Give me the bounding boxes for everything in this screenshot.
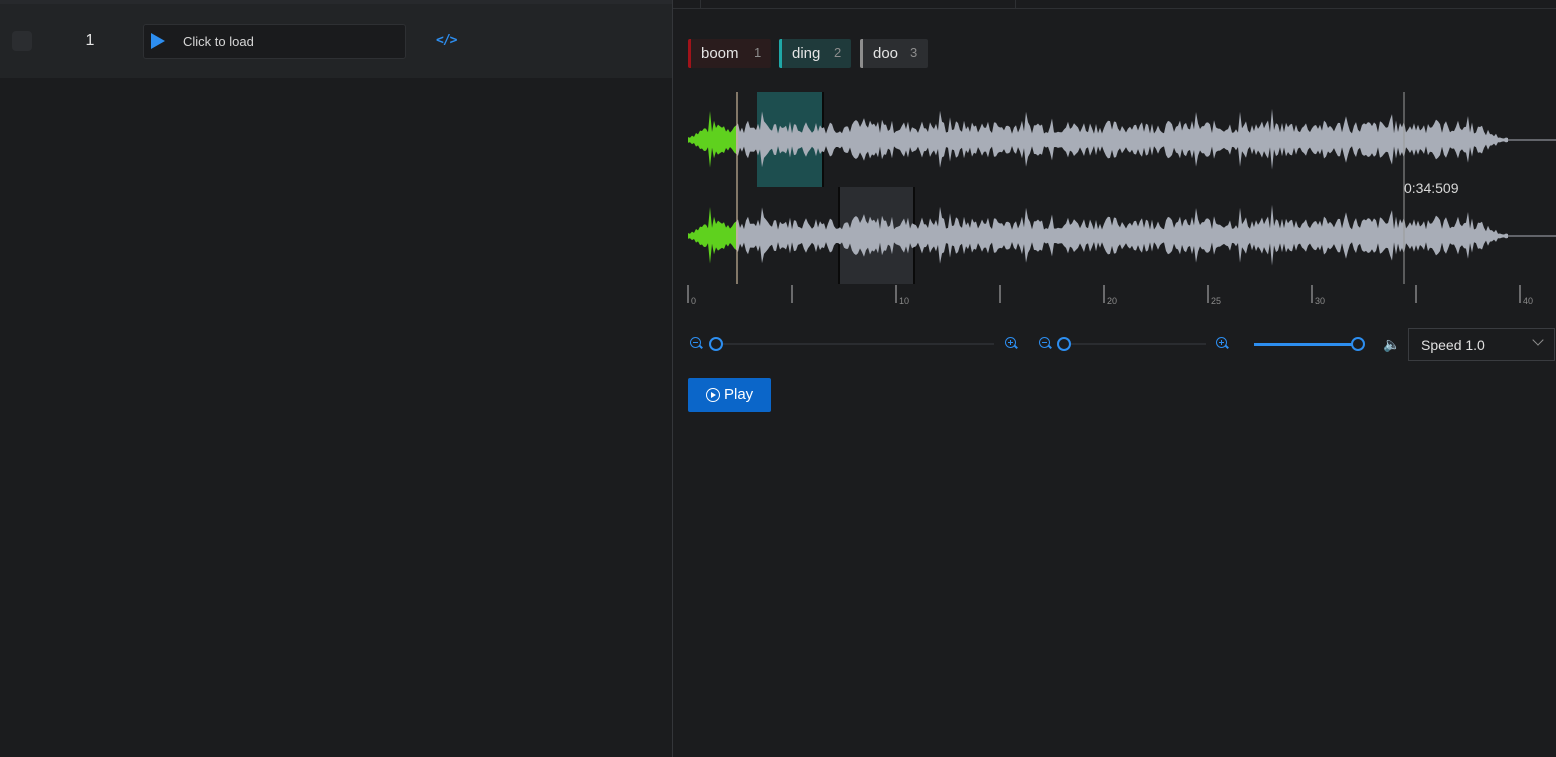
volume-slider-handle[interactable] xyxy=(1351,337,1365,351)
player-controls: 🔈 Speed 1.0 xyxy=(688,328,1556,362)
task-list-pane: 1 Click to load </> xyxy=(0,0,672,757)
topbar-separator xyxy=(700,0,701,8)
time-readout: 0:34:509 xyxy=(1404,180,1459,196)
label-hotkey: 2 xyxy=(834,45,842,60)
label-doo[interactable]: doo 3 xyxy=(860,39,928,68)
play-button-label: Play xyxy=(724,386,754,403)
amp-zoom-in-icon[interactable] xyxy=(1216,337,1227,348)
code-icon[interactable]: </> xyxy=(436,33,458,48)
audio-preview[interactable]: Click to load xyxy=(143,24,406,59)
waveform-area[interactable]: 0:34:509 0 10 20 25 30 40 xyxy=(673,85,1556,310)
waveform-played-channel-2 xyxy=(688,207,736,264)
timeline-tick-label: 40 xyxy=(1523,296,1533,306)
label-color-bar xyxy=(860,39,863,68)
row-index: 1 xyxy=(85,32,95,49)
amp-zoom-out-icon[interactable] xyxy=(1039,337,1050,348)
speed-value: Speed 1.0 xyxy=(1421,337,1485,353)
chevron-down-icon xyxy=(1532,334,1544,346)
volume-slider-track[interactable] xyxy=(1254,343,1358,346)
volume-icon[interactable]: 🔈 xyxy=(1383,336,1400,353)
timeline-tick-label: 30 xyxy=(1315,296,1325,306)
label-name: doo xyxy=(873,45,899,62)
timeline-tick-label: 10 xyxy=(899,296,909,306)
label-ding[interactable]: ding 2 xyxy=(779,39,851,68)
timeline-tick-label: 20 xyxy=(1107,296,1117,306)
waveform-played-channel-1 xyxy=(688,111,736,168)
audio-load-label: Click to load xyxy=(183,34,254,49)
timeline-tick-label: 25 xyxy=(1211,296,1221,306)
zoom-slider-handle[interactable] xyxy=(709,337,723,351)
label-name: ding xyxy=(792,45,821,62)
label-hotkey: 3 xyxy=(910,45,918,60)
table-row[interactable]: 1 Click to load </> xyxy=(0,4,672,78)
labeling-pane: boom 1 ding 2 doo 3 0:34:509 0 10 20 25 3… xyxy=(673,0,1556,757)
label-name: boom xyxy=(701,45,739,62)
label-color-bar xyxy=(779,39,782,68)
speed-select[interactable]: Speed 1.0 xyxy=(1408,328,1555,361)
play-circle-icon xyxy=(706,388,720,402)
zoom-slider-track[interactable] xyxy=(713,343,994,345)
topbar-separator xyxy=(1015,0,1016,8)
row-checkbox[interactable] xyxy=(12,31,32,51)
play-button[interactable]: Play xyxy=(688,378,771,412)
timeline: 0 10 20 25 30 40 xyxy=(687,285,1533,306)
amp-zoom-slider-handle[interactable] xyxy=(1057,337,1071,351)
zoom-in-icon[interactable] xyxy=(1005,337,1016,348)
label-boom[interactable]: boom 1 xyxy=(688,39,771,68)
label-hotkey: 1 xyxy=(754,45,762,60)
timeline-tick-label: 0 xyxy=(691,296,696,306)
label-color-bar xyxy=(688,39,691,68)
waveform-channel-1 xyxy=(734,108,1508,170)
amp-zoom-slider-track[interactable] xyxy=(1061,343,1206,345)
play-icon[interactable] xyxy=(151,33,165,49)
zoom-out-icon[interactable] xyxy=(690,337,701,348)
editor-topbar xyxy=(673,0,1556,9)
